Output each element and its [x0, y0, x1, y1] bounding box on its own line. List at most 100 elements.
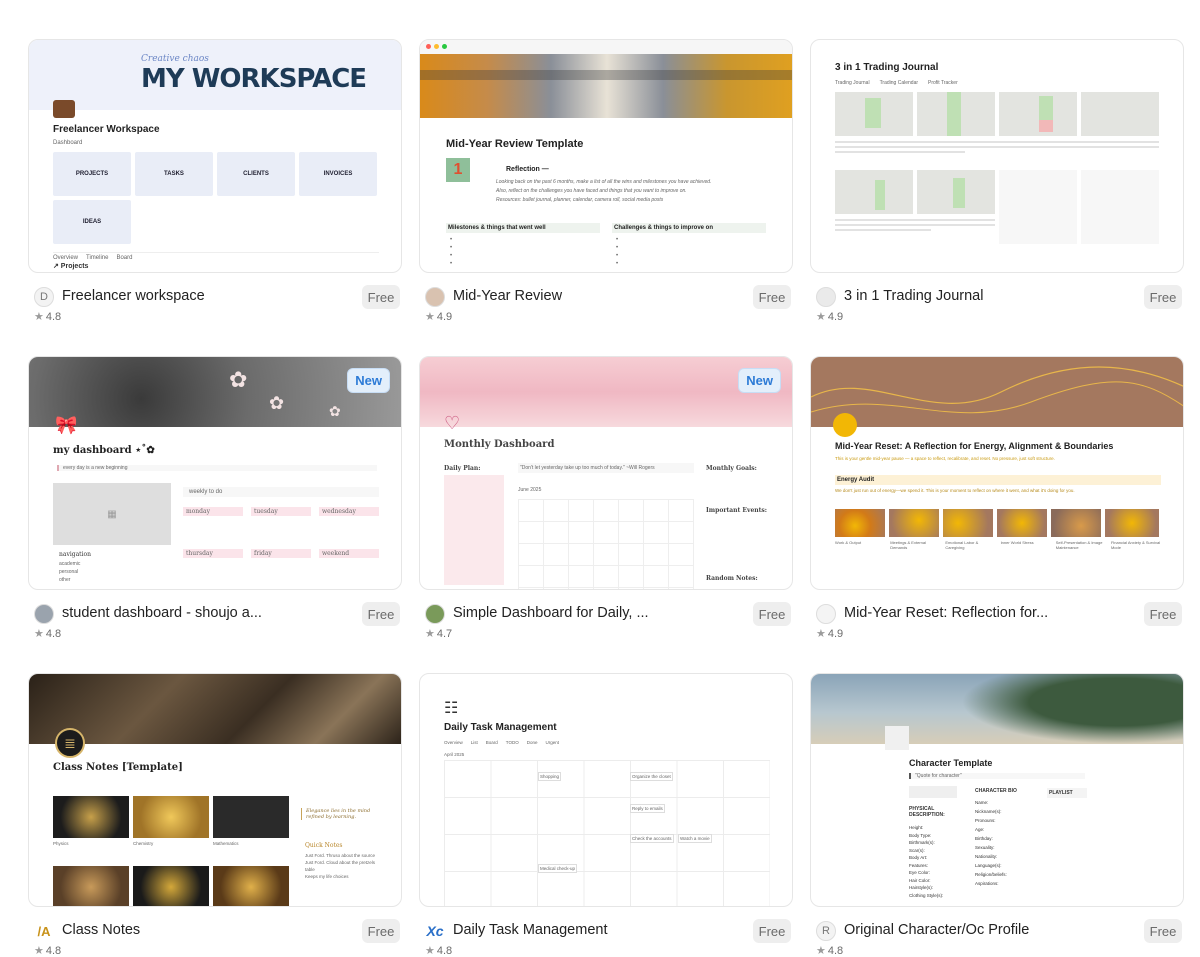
preview-tile: PROJECTS	[53, 152, 131, 196]
template-preview[interactable]: Mid-Year Reset: A Reflection for Energy,…	[810, 356, 1184, 590]
image-placeholder	[909, 786, 957, 798]
preview-goals-heading: Monthly Goals:	[706, 465, 757, 472]
rating: ★ 4.9	[816, 311, 844, 323]
template-title[interactable]: Mid-Year Review	[453, 288, 562, 304]
creator-avatar[interactable]	[425, 287, 445, 307]
calendar-grid	[518, 499, 694, 589]
star-icon: ★	[425, 311, 435, 323]
preview-quote: every day is a new beginning	[57, 465, 377, 471]
bullet-list: • • • •	[616, 237, 619, 267]
creator-avatar[interactable]: Xc	[425, 921, 445, 941]
preview-tile: CLIENTS	[217, 152, 295, 196]
star-icon: ★	[816, 311, 826, 323]
rating: ★ 4.8	[34, 628, 62, 640]
preview-physical-heading: PHYSICAL DESCRIPTION:	[909, 806, 945, 818]
image-placeholder: ▦	[53, 483, 171, 545]
template-preview[interactable]: ✿ ✿ ✿ 🎀 my dashboard ⋆˚✿ every day is a …	[28, 356, 402, 590]
preview-column-heading: Challenges & things to improve on	[612, 223, 766, 233]
template-title[interactable]: student dashboard - shoujo a...	[62, 605, 262, 621]
preview-quick-heading: Quick Notes	[305, 842, 343, 849]
preview-heading: Reflection —	[506, 166, 549, 173]
template-title[interactable]: 3 in 1 Trading Journal	[844, 288, 983, 304]
preview-page-title: 3 in 1 Trading Journal	[835, 62, 939, 73]
bow-icon: 🎀	[55, 415, 78, 435]
task-chip: Check the accounts	[630, 834, 674, 843]
star-icon: ★	[816, 945, 826, 957]
template-preview[interactable]: ≣ Class Notes [Template] Physics Chemist…	[28, 673, 402, 907]
price-badge: Free	[753, 602, 791, 626]
preview-script-text: Creative chaos	[141, 54, 209, 64]
preview-audit-heading: Energy Audit	[835, 475, 1161, 485]
preview-bio-heading: CHARACTER BIO	[975, 788, 1017, 794]
template-title[interactable]: Class Notes	[62, 922, 140, 938]
preview-nav-list: academic personal other	[59, 561, 81, 583]
briefcase-icon	[53, 100, 75, 118]
task-chip: Medical check-up	[538, 864, 578, 873]
task-chip: Shopping	[538, 772, 562, 781]
creator-avatar[interactable]	[816, 604, 836, 624]
day-headers: thursday friday weekend	[183, 549, 379, 558]
preview-nav-heading: navigation	[59, 551, 91, 558]
rating: ★ 4.8	[816, 945, 844, 957]
creator-avatar[interactable]: D	[34, 287, 54, 307]
task-chip: Reply to emails	[630, 804, 665, 813]
rating: ★ 4.8	[425, 945, 453, 957]
price-badge: Free	[1144, 285, 1182, 309]
template-preview[interactable]: Character Template "Quote for character"…	[810, 673, 1184, 907]
preview-quote: "Quote for character"	[909, 773, 1085, 779]
template-title[interactable]: Daily Task Management	[453, 922, 607, 938]
creator-avatar[interactable]	[425, 604, 445, 624]
heart-icon: ♡	[444, 413, 461, 433]
physical-field-list: Height: Body Type: Birthmark(s): Scar(s): Bo…	[909, 825, 944, 898]
character-avatar-placeholder	[885, 726, 909, 750]
creator-avatar[interactable]	[816, 287, 836, 307]
template-preview[interactable]: ♡ Monthly Dashboard Daily Plan: "Don't l…	[419, 356, 793, 590]
rating: ★ 4.8	[34, 945, 62, 957]
blossom-icon: ✿	[329, 403, 341, 419]
preview-page-title: Class Notes [Template]	[53, 762, 183, 773]
price-badge: Free	[1144, 602, 1182, 626]
star-icon: ★	[34, 945, 44, 957]
preview-page-title: Mid-Year Reset: A Reflection for Energy,…	[835, 441, 1114, 451]
preview-page-title: Daily Task Management	[444, 722, 557, 733]
preview-tag: Dashboard	[53, 140, 83, 146]
calendar-month-label: April 2025	[444, 752, 465, 757]
blossom-icon: ✿	[269, 393, 285, 413]
preview-playlist-heading: PLAYLIST	[1047, 788, 1087, 798]
preview-quote: Elegance lies in the mind refined by lea…	[301, 808, 381, 820]
price-badge: Free	[362, 285, 400, 309]
preview-random-heading: Random Notes:	[706, 575, 758, 582]
preview-page-title: Character Template	[909, 758, 993, 768]
dark-painting-cover-image	[29, 674, 401, 744]
template-preview[interactable]: Mid-Year Review Template 1 Reflection — …	[419, 39, 793, 273]
preview-banner-title: MY WORKSPACE	[141, 64, 367, 94]
rating: ★ 4.8	[34, 311, 62, 323]
price-badge: Free	[1144, 919, 1182, 943]
subject-labels: Physics Chemistry Mathematics	[53, 841, 239, 846]
template-title[interactable]: Simple Dashboard for Daily, ...	[453, 605, 649, 621]
preview-notes-list: Just Ford. Thruso about the source Just …	[305, 853, 376, 879]
creator-avatar[interactable]: /A	[34, 921, 54, 941]
preview-column-heading: Milestones & things that went well	[446, 223, 600, 233]
daily-plan-column	[444, 475, 504, 585]
preview-quote: "Don't let yesterday take up too much of…	[518, 463, 694, 473]
energy-item-labels: Work & Output Meetings & External Demand…	[835, 540, 1161, 550]
template-title[interactable]: Mid-Year Reset: Reflection for...	[844, 605, 1048, 621]
preview-section: ↗ Projects	[53, 263, 89, 270]
preview-tile: IDEAS	[53, 200, 131, 244]
template-title[interactable]: Original Character/Oc Profile	[844, 922, 1029, 938]
calendar-grid	[444, 760, 770, 906]
creator-avatar[interactable]: R	[816, 921, 836, 941]
price-badge: Free	[362, 919, 400, 943]
creator-avatar[interactable]	[34, 604, 54, 624]
preview-daily-heading: Daily Plan:	[444, 465, 481, 472]
trade-row-text	[835, 138, 1159, 156]
rating: ★ 4.9	[816, 628, 844, 640]
day-headers: monday tuesday wednesday	[183, 507, 379, 516]
star-icon: ★	[816, 628, 826, 640]
calendar-one-icon: 1	[446, 158, 470, 182]
template-preview[interactable]: Creative chaos MY WORKSPACE Freelancer W…	[28, 39, 402, 273]
template-title[interactable]: Freelancer workspace	[62, 288, 205, 304]
template-preview[interactable]: 3 in 1 Trading Journal Trading Journal Tr…	[810, 39, 1184, 273]
template-preview[interactable]: ☷ Daily Task Management Overview List Boar…	[419, 673, 793, 907]
